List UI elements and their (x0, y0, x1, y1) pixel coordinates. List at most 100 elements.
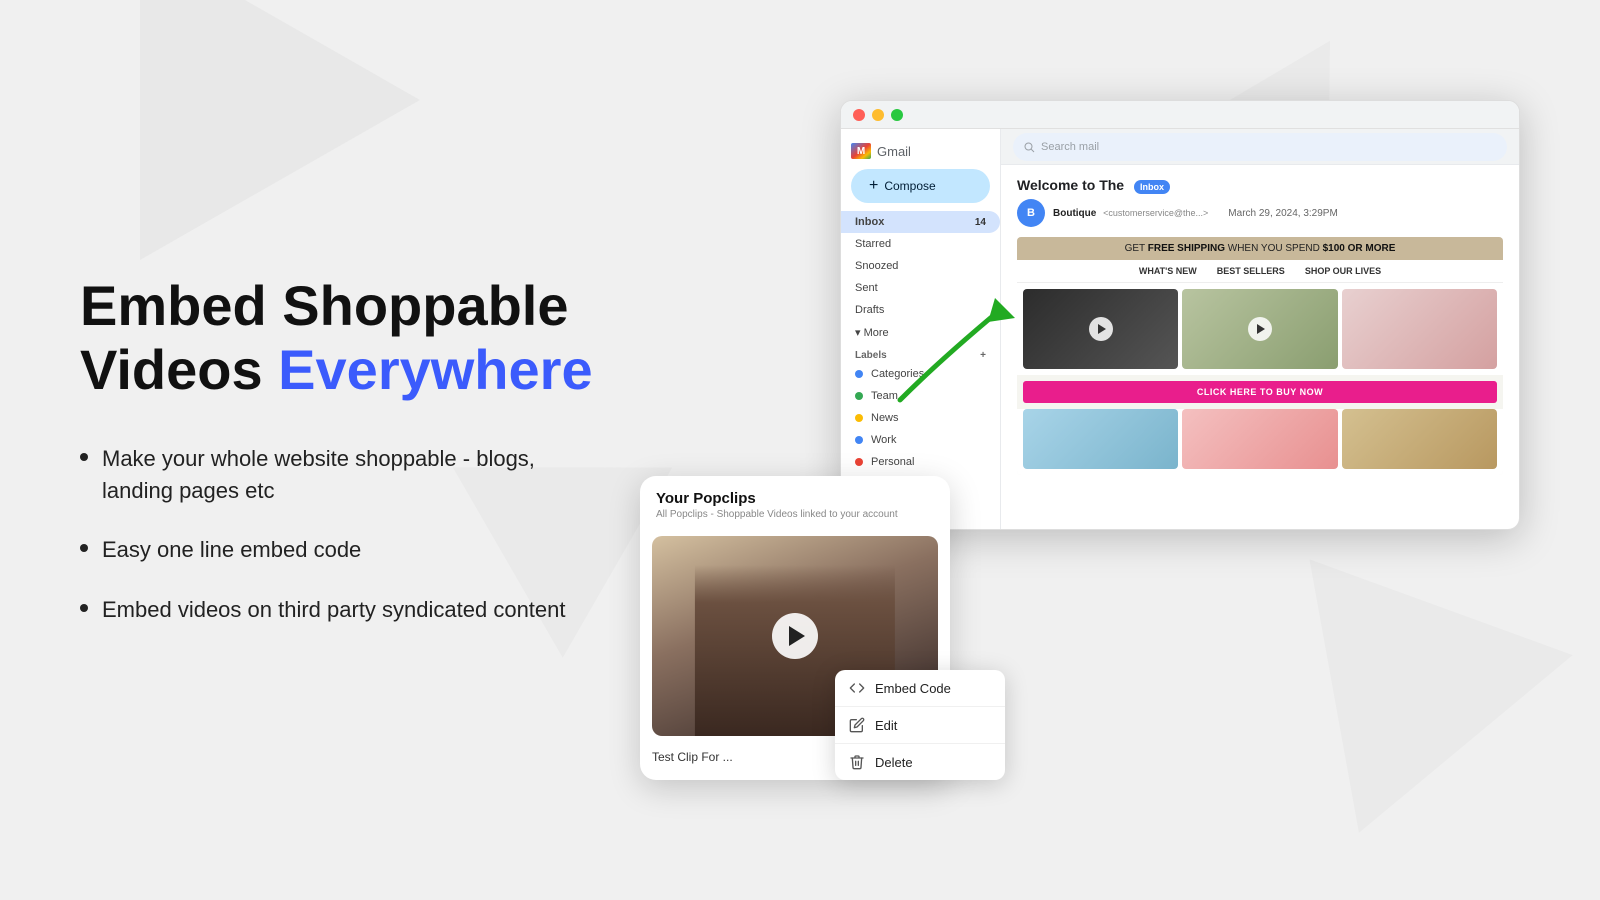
headline-part2: Videos (80, 338, 278, 401)
play-button-1[interactable] (1089, 317, 1113, 341)
gmail-body: M Gmail + Compose Inbox 14 Starred (841, 129, 1519, 529)
bullet-text-2: Easy one line embed code (102, 534, 361, 566)
compose-button[interactable]: + Compose (851, 169, 990, 203)
inbox-label: Inbox (855, 216, 884, 228)
headline-part1: Embed Shoppable (80, 274, 569, 337)
label-work-text: Work (871, 434, 896, 446)
search-icon (1023, 141, 1035, 153)
labels-title: Labels (855, 350, 887, 361)
compose-label: Compose (884, 179, 935, 193)
product-image-4[interactable] (1023, 409, 1178, 469)
popclips-subtitle: All Popclips - Shoppable Videos linked t… (656, 509, 934, 520)
bullet-text-1: Make your whole website shoppable - blog… (102, 443, 600, 507)
delete-icon (849, 754, 865, 770)
sender-name: Boutique (1053, 208, 1096, 219)
gmail-sidebar: M Gmail + Compose Inbox 14 Starred (841, 129, 1001, 529)
headline-part3: Everywhere (278, 338, 592, 401)
bullet-item-1: Make your whole website shoppable - blog… (80, 443, 600, 507)
window-minimize-dot[interactable] (872, 109, 884, 121)
gmail-m-icon: M (851, 143, 871, 159)
gmail-main-content: Search mail Welcome to The Inbox B Bouti… (1001, 129, 1519, 529)
email-meta: B Boutique <customerservice@the...> Marc… (1017, 199, 1503, 227)
add-label-icon[interactable]: + (980, 350, 986, 361)
play-triangle-large (789, 626, 805, 646)
buy-now-button[interactable]: CLICK HERE TO BUY NOW (1023, 381, 1497, 403)
gmail-titlebar (841, 101, 1519, 129)
bullet-dot (80, 544, 88, 552)
bullet-dot (80, 453, 88, 461)
email-date: March 29, 2024, 3:29PM (1228, 208, 1338, 219)
play-button-large[interactable] (772, 613, 818, 659)
product-image-6[interactable] (1342, 409, 1497, 469)
play-button-2[interactable] (1248, 317, 1272, 341)
bullet-item-3: Embed videos on third party syndicated c… (80, 594, 600, 626)
sender-avatar: B (1017, 199, 1045, 227)
newsletter-row2 (1017, 409, 1503, 475)
feature-list: Make your whole website shoppable - blog… (80, 443, 600, 627)
product-image-1[interactable] (1023, 289, 1178, 369)
product-image-2[interactable] (1182, 289, 1337, 369)
gmail-labels-header: Labels + (841, 344, 1000, 363)
email-content-area: Welcome to The Inbox B Boutique <custome… (1001, 165, 1519, 529)
product-image-5[interactable] (1182, 409, 1337, 469)
gmail-nav-drafts[interactable]: Drafts (841, 299, 1000, 321)
sender-info: Boutique <customerservice@the...> March … (1053, 208, 1338, 219)
edit-icon (849, 717, 865, 733)
nav-best-sellers[interactable]: BEST SELLERS (1217, 266, 1285, 276)
gmail-label-personal[interactable]: Personal (841, 451, 1000, 473)
context-menu-embed-code[interactable]: Embed Code (835, 670, 1005, 706)
label-dot-work (855, 436, 863, 444)
search-placeholder: Search mail (1041, 141, 1099, 153)
compose-plus-icon: + (869, 177, 878, 195)
embed-code-label: Embed Code (875, 681, 951, 696)
gmail-nav-inbox[interactable]: Inbox 14 (841, 211, 1000, 233)
label-personal-text: Personal (871, 456, 914, 468)
gmail-nav-snoozed[interactable]: Snoozed (841, 255, 1000, 277)
email-subject: Welcome to The Inbox (1017, 177, 1503, 193)
inbox-badge: 14 (975, 217, 986, 228)
newsletter-content: GET FREE SHIPPING WHEN YOU SPEND $100 OR… (1017, 237, 1503, 475)
label-dot-team (855, 392, 863, 400)
product-image-3[interactable] (1342, 289, 1497, 369)
main-headline: Embed Shoppable Videos Everywhere (80, 274, 600, 403)
bullet-dot (80, 604, 88, 612)
delete-label: Delete (875, 755, 913, 770)
label-news-text: News (871, 412, 899, 424)
bullet-item-2: Easy one line embed code (80, 534, 600, 566)
context-menu-edit[interactable]: Edit (835, 706, 1005, 743)
label-dot-personal (855, 458, 863, 466)
gmail-window: M Gmail + Compose Inbox 14 Starred (840, 100, 1520, 530)
right-panel: M Gmail + Compose Inbox 14 Starred (640, 100, 1520, 800)
left-panel: Embed Shoppable Videos Everywhere Make y… (80, 274, 640, 626)
gmail-label-categories[interactable]: Categories (841, 363, 1000, 385)
edit-label: Edit (875, 718, 897, 733)
snoozed-label: Snoozed (855, 260, 898, 272)
newsletter-product-grid (1017, 283, 1503, 375)
gmail-logo: M Gmail (851, 143, 911, 159)
gmail-label-team[interactable]: Team (841, 385, 1000, 407)
window-maximize-dot[interactable] (891, 109, 903, 121)
sent-label: Sent (855, 282, 878, 294)
sender-email: <customerservice@the...> (1103, 208, 1208, 218)
context-menu-delete[interactable]: Delete (835, 743, 1005, 780)
nav-whats-new[interactable]: WHAT'S NEW (1139, 266, 1197, 276)
gmail-nav-more[interactable]: ▾ More (841, 321, 1000, 344)
gmail-search-bar[interactable]: Search mail (1013, 133, 1507, 161)
gmail-label: Gmail (877, 144, 911, 159)
bullet-text-3: Embed videos on third party syndicated c… (102, 594, 566, 626)
page-container: Embed Shoppable Videos Everywhere Make y… (0, 0, 1600, 900)
gmail-label-news[interactable]: News (841, 407, 1000, 429)
clip-name: Test Clip For ... (652, 750, 733, 764)
gmail-nav-starred[interactable]: Starred (841, 233, 1000, 255)
context-menu: Embed Code Edit Delete (835, 670, 1005, 780)
code-icon (849, 680, 865, 696)
more-label: ▾ More (855, 326, 889, 339)
gmail-label-work[interactable]: Work (841, 429, 1000, 451)
newsletter-shipping-banner: GET FREE SHIPPING WHEN YOU SPEND $100 OR… (1017, 237, 1503, 260)
label-dot-news (855, 414, 863, 422)
window-close-dot[interactable] (853, 109, 865, 121)
drafts-label: Drafts (855, 304, 884, 316)
nav-shop-our-lives[interactable]: SHOP OUR LIVES (1305, 266, 1381, 276)
gmail-nav-sent[interactable]: Sent (841, 277, 1000, 299)
starred-label: Starred (855, 238, 891, 250)
